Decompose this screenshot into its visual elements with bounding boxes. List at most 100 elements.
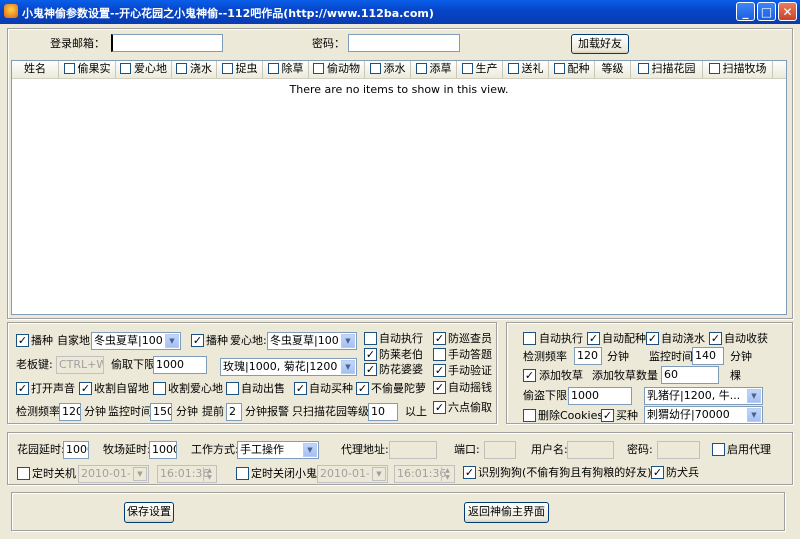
spinner-icon[interactable]: ▲ ▼: [203, 467, 215, 481]
col-breed[interactable]: 配种: [549, 61, 595, 78]
ranch-freq-input[interactable]: 120: [574, 347, 602, 365]
col-scan-ranch-checkbox[interactable]: [708, 63, 720, 74]
col-add-water[interactable]: 添水: [365, 61, 411, 78]
spinner-icon[interactable]: ▲ ▼: [441, 467, 453, 481]
col-name[interactable]: 姓名: [12, 61, 59, 78]
chevron-down-icon[interactable]: ▼: [747, 408, 761, 422]
col-breed-checkbox[interactable]: [553, 63, 565, 74]
home-seed-select[interactable]: 冬虫夏草|10000▼: [91, 332, 181, 350]
col-gift[interactable]: 送礼: [503, 61, 549, 78]
chevron-down-icon[interactable]: ▼: [341, 360, 355, 374]
delete-cookies-checkbox[interactable]: [523, 409, 536, 422]
mode-select[interactable]: 手工操作 ▼: [237, 441, 319, 459]
boss-key-input[interactable]: CTRL+W: [56, 356, 104, 374]
auto-sell-checkbox[interactable]: [226, 382, 239, 395]
scan-level-input[interactable]: 10: [368, 403, 398, 421]
garden-steal-limit-input[interactable]: 1000: [153, 356, 207, 374]
ranch-steal-limit-input[interactable]: 1000: [568, 387, 632, 405]
close-date-picker[interactable]: 2010-01-22▼: [317, 465, 388, 483]
col-level[interactable]: 等级: [595, 61, 631, 78]
flower-select[interactable]: 玫瑰|1000, 菊花|1200... ▼: [220, 358, 357, 376]
friends-list[interactable]: 姓名 偷果实 爱心地 浇水 捉虫 除草 偷动物 添水 添草 生产 送礼 配种 等…: [11, 60, 787, 315]
auto-buy-checkbox[interactable]: [294, 382, 307, 395]
close-button[interactable]: ✕: [778, 2, 797, 21]
col-steal-fruit-checkbox[interactable]: [63, 63, 75, 74]
col-love-land[interactable]: 爱心地: [116, 61, 172, 78]
maximize-button[interactable]: □: [757, 2, 776, 21]
proxy-user-input[interactable]: [567, 441, 614, 459]
harvest-love-checkbox[interactable]: [153, 382, 166, 395]
garden-auto-exec-checkbox[interactable]: [364, 332, 377, 345]
col-water[interactable]: 浇水: [172, 61, 217, 78]
garden-delay-input[interactable]: 1000: [63, 441, 89, 459]
garden-interval-input[interactable]: 150: [150, 403, 172, 421]
col-steal-animal-checkbox[interactable]: [313, 63, 324, 74]
col-scan-ranch[interactable]: 扫描牧场: [703, 61, 773, 78]
col-gift-checkbox[interactable]: [507, 63, 519, 74]
harvest-own-checkbox[interactable]: [79, 382, 92, 395]
ranch-auto-exec-checkbox[interactable]: [523, 332, 536, 345]
chevron-down-icon[interactable]: ▼: [341, 334, 355, 348]
buy-seed-checkbox[interactable]: [601, 409, 614, 422]
proxy-pass-input[interactable]: [657, 441, 700, 459]
anti-flower-checkbox[interactable]: [364, 363, 377, 376]
chevron-down-icon[interactable]: ▼: [133, 467, 147, 481]
use-proxy-checkbox[interactable]: [712, 443, 725, 456]
add-friends-button[interactable]: 加载好友: [571, 34, 629, 54]
col-catch-bug[interactable]: 捉虫: [217, 61, 263, 78]
close-time-picker[interactable]: 16:01:36 ▲ ▼: [394, 465, 455, 483]
ranch-interval-input[interactable]: 140: [692, 347, 724, 365]
col-scan-garden[interactable]: 扫描花园: [631, 61, 703, 78]
return-main-button[interactable]: 返回神偷主界面: [464, 502, 549, 523]
add-grass-qty-input[interactable]: 60: [661, 366, 719, 384]
manual-verify-checkbox[interactable]: [433, 364, 446, 377]
chevron-down-icon[interactable]: ▼: [303, 443, 317, 457]
love-seed-select[interactable]: 冬虫夏草|10000▼: [267, 332, 357, 350]
title-bar[interactable]: 小鬼神偷参数设置--开心花园之小鬼神偷--112吧作品(http://www.1…: [0, 0, 800, 24]
col-steal-fruit[interactable]: 偷果实: [59, 61, 116, 78]
ranch-seed-select[interactable]: 刺猬幼仔|70000 ▼: [644, 406, 763, 424]
col-scan-garden-checkbox[interactable]: [637, 63, 649, 74]
col-produce[interactable]: 生产: [457, 61, 503, 78]
email-input[interactable]: [111, 34, 223, 52]
col-love-land-checkbox[interactable]: [120, 63, 131, 74]
col-produce-checkbox[interactable]: [461, 63, 473, 74]
shutdown-date-picker[interactable]: 2010-01-22▼: [78, 465, 149, 483]
shutdown-time-picker[interactable]: 16:01:36 ▲ ▼: [157, 465, 217, 483]
port-input[interactable]: [484, 441, 516, 459]
save-settings-button[interactable]: 保存设置: [124, 502, 174, 523]
timed-close-checkbox[interactable]: [236, 467, 249, 480]
proxy-addr-input[interactable]: [389, 441, 437, 459]
advance-input[interactable]: 2: [226, 403, 242, 421]
auto-shake-checkbox[interactable]: [433, 381, 446, 394]
love-sow-checkbox[interactable]: [191, 334, 204, 347]
six-point-checkbox[interactable]: [433, 401, 446, 414]
garden-freq-input[interactable]: 120: [59, 403, 81, 421]
manual-answer-checkbox[interactable]: [433, 348, 446, 361]
anti-elder-checkbox[interactable]: [364, 348, 377, 361]
auto-harvest-checkbox[interactable]: [709, 332, 722, 345]
col-add-grass-checkbox[interactable]: [415, 63, 427, 74]
ranch-delay-input[interactable]: 1000: [149, 441, 177, 459]
col-catch-bug-checkbox[interactable]: [221, 63, 233, 74]
play-sound-checkbox[interactable]: [16, 382, 29, 395]
password-input[interactable]: [348, 34, 460, 52]
col-water-checkbox[interactable]: [176, 63, 187, 74]
chevron-down-icon[interactable]: ▼: [165, 334, 179, 348]
col-weed-checkbox[interactable]: [267, 63, 279, 74]
add-grass-checkbox[interactable]: [523, 369, 536, 382]
anti-dog-checkbox[interactable]: [651, 466, 664, 479]
col-add-water-checkbox[interactable]: [369, 63, 381, 74]
animal-select[interactable]: 乳猪仔|1200, 牛... ▼: [644, 387, 763, 405]
recognize-dog-checkbox[interactable]: [463, 466, 476, 479]
chevron-down-icon[interactable]: ▼: [747, 389, 761, 403]
chevron-down-icon[interactable]: ▼: [372, 467, 386, 481]
garden-sow-checkbox[interactable]: [16, 334, 29, 347]
col-steal-animal[interactable]: 偷动物: [309, 61, 365, 78]
patrol-checkbox[interactable]: [433, 332, 446, 345]
minimize-button[interactable]: _: [736, 2, 755, 21]
auto-water-checkbox[interactable]: [646, 332, 659, 345]
col-add-grass[interactable]: 添草: [411, 61, 457, 78]
col-weed[interactable]: 除草: [263, 61, 309, 78]
auto-breed-checkbox[interactable]: [587, 332, 600, 345]
